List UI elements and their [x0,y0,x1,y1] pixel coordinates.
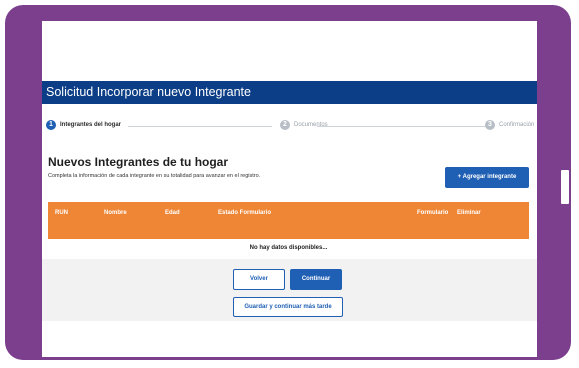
page-title-bar: Solicitud Incorporar nuevo Integrante [42,81,537,104]
back-button[interactable]: Volver [233,269,285,290]
tablet-side-button [561,170,569,204]
step-3-label: Confirmación [499,122,535,128]
table-header: RUN Nombre Edad Estado Formulario Formul… [48,202,529,239]
column-header-estado: Estado Formulario [218,210,272,216]
page-title: Solicitud Incorporar nuevo Integrante [46,85,251,99]
stepper: 1 Integrantes del hogar 2 Documentos 3 C… [42,119,537,135]
column-header-edad: Edad [165,210,180,216]
stepper-connector [317,126,487,127]
step-2-label: Documentos [294,122,328,128]
column-header-formulario: Formulario [417,210,449,216]
add-member-button[interactable]: + Agregar integrante [445,167,529,188]
column-header-run: RUN [55,210,68,216]
app-screen: Solicitud Incorporar nuevo Integrante 1 … [42,21,537,357]
column-header-nombre: Nombre [104,210,127,216]
section-title: Nuevos Integrantes de tu hogar [48,155,229,169]
section-subtitle: Completa la información de cada integran… [48,173,261,179]
step-2-indicator: 2 [280,120,290,130]
step-3-indicator: 3 [485,120,495,130]
stepper-connector [128,126,272,127]
continue-button[interactable]: Continuar [290,269,342,290]
tablet-frame: Solicitud Incorporar nuevo Integrante 1 … [5,5,571,360]
step-1-label: Integrantes del hogar [60,122,122,128]
save-later-button[interactable]: Guardar y continuar más tarde [233,297,343,317]
column-header-eliminar: Eliminar [457,210,481,216]
step-1-indicator: 1 [46,120,56,130]
